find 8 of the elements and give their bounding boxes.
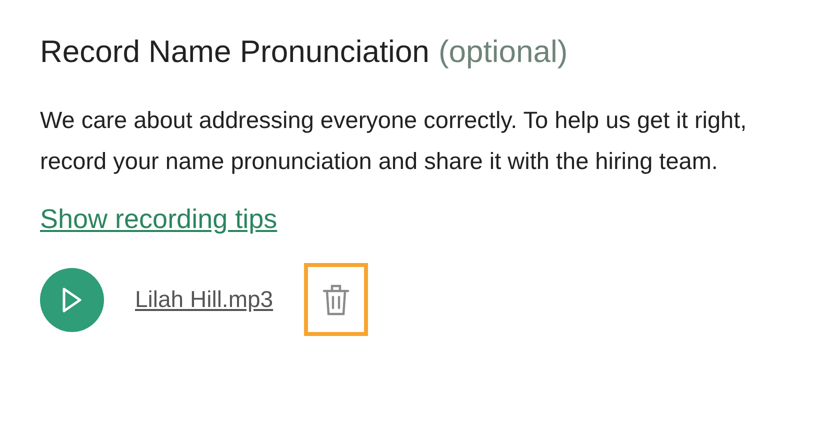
- delete-button[interactable]: [304, 263, 368, 336]
- section-title: Record Name Pronunciation: [40, 34, 430, 70]
- play-icon: [61, 286, 83, 314]
- audio-file-link[interactable]: Lilah Hill.mp3: [135, 286, 274, 313]
- optional-note: (optional): [438, 34, 568, 70]
- description-text: We care about addressing everyone correctly. To help us get it right, record your name pronunciation and share it with the hiring team.: [40, 106, 748, 176]
- trash-icon: [322, 282, 350, 316]
- recording-tips-link[interactable]: Show recording tips: [40, 204, 278, 235]
